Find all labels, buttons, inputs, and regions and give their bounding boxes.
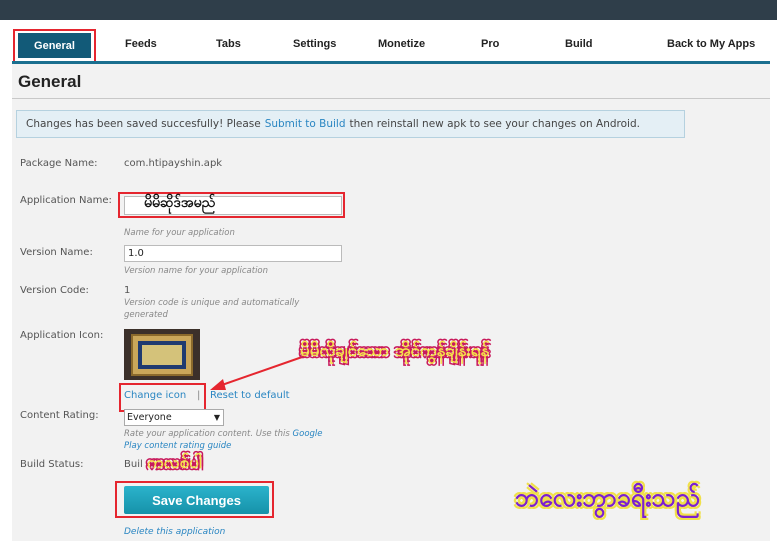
app-name-annotation: မိမိဆိုဒ်အမည် <box>144 195 216 211</box>
app-icon-label: Application Icon: <box>20 330 104 341</box>
version-code-hint-1: Version code is unique and automatically <box>124 298 300 308</box>
top-bar <box>0 0 777 20</box>
click-annotation: ကလစ်ပါ <box>147 453 202 473</box>
change-icon-highlight <box>119 383 206 412</box>
version-name-hint: Version name for your application <box>124 266 269 276</box>
build-status-value: Buil <box>124 459 143 470</box>
annotation-arrow <box>210 355 306 390</box>
version-code-label: Version Code: <box>20 285 89 296</box>
title-divider <box>12 98 770 99</box>
notice-text-after: then reinstall new apk to see your chang… <box>349 118 640 130</box>
content-rating-hint-2: Play content rating guide <box>124 441 232 451</box>
tab-pro[interactable]: Pro <box>481 38 499 50</box>
package-name-label: Package Name: <box>20 158 98 169</box>
build-status-label: Build Status: <box>20 459 84 470</box>
tab-general-highlight <box>13 29 96 63</box>
package-name-value: com.htipayshin.apk <box>124 158 223 169</box>
app-icon-image <box>124 329 200 380</box>
page-title: General <box>18 72 82 91</box>
chevron-down-icon: ▼ <box>213 413 220 422</box>
change-icon-annotation: မိမိလိုချင်သော အိုင်ကွန်ချိန်းရန် <box>300 341 490 361</box>
tab-build[interactable]: Build <box>565 38 593 50</box>
content-rating-select[interactable]: Everyone ▼ <box>124 409 224 426</box>
signature-annotation: ဘဲလေးဘွာခရီးသည် <box>515 483 700 512</box>
content-rating-hint: Rate your application content. Use this … <box>124 429 323 439</box>
version-code-hint-2: generated <box>124 310 168 320</box>
tab-settings[interactable]: Settings <box>293 38 336 50</box>
version-code-value: 1 <box>124 285 131 296</box>
content-rating-value: Everyone <box>127 412 172 423</box>
submit-to-build-link[interactable]: Submit to Build <box>265 118 346 130</box>
app-name-hint: Name for your application <box>124 228 235 238</box>
version-name-label: Version Name: <box>20 247 93 258</box>
version-name-input[interactable]: 1.0 <box>124 245 342 262</box>
back-to-apps-link[interactable]: Back to My Apps <box>667 38 755 50</box>
app-name-label: Application Name: <box>20 195 112 206</box>
tab-monetize[interactable]: Monetize <box>378 38 425 50</box>
save-button-highlight <box>115 481 274 518</box>
success-notice: Changes has been saved succesfully! Plea… <box>16 110 685 138</box>
tab-tabs[interactable]: Tabs <box>216 38 241 50</box>
delete-app-link[interactable]: Delete this application <box>124 527 225 537</box>
tab-feeds[interactable]: Feeds <box>125 38 157 50</box>
content-rating-label: Content Rating: <box>20 410 99 421</box>
notice-text-before: Changes has been saved succesfully! Plea… <box>26 118 261 130</box>
